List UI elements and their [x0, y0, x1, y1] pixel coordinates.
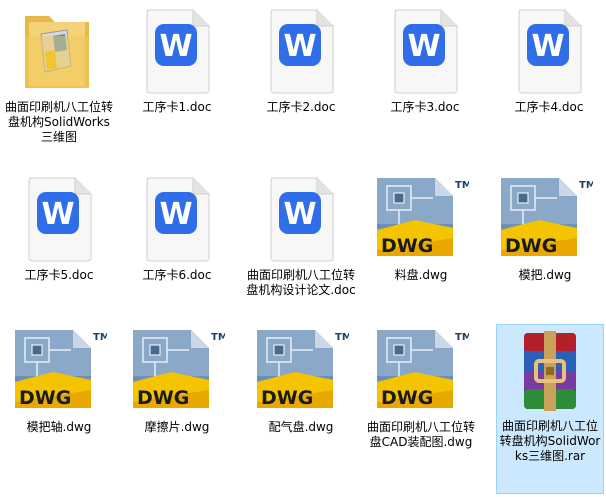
svg-text:DWG: DWG	[381, 235, 433, 257]
word-doc-icon: W	[261, 174, 341, 264]
dwg-file-icon: DWG TM	[373, 174, 469, 264]
file-name: 模把轴.dwg	[26, 420, 92, 434]
file-item-rar[interactable]: 曲面印刷机八工位转盘机构SolidWorks三维图.rar	[496, 324, 604, 494]
file-name: 曲面印刷机八工位转盘机构SolidWorks三维图	[4, 100, 113, 144]
word-doc-icon: W	[385, 6, 465, 96]
dwg-file-icon: DWG TM	[373, 326, 469, 416]
svg-text:W: W	[283, 29, 316, 64]
svg-text:DWG: DWG	[381, 387, 433, 409]
svg-text:W: W	[531, 29, 564, 64]
svg-text:TM: TM	[93, 332, 107, 343]
folder-icon	[19, 6, 99, 96]
word-doc-icon: W	[509, 6, 589, 96]
svg-text:DWG: DWG	[19, 387, 71, 409]
svg-text:DWG: DWG	[261, 387, 313, 409]
file-item-doc[interactable]: W 工序卡6.doc	[120, 174, 234, 283]
file-name: 工序卡6.doc	[142, 268, 212, 282]
file-item-doc[interactable]: W 工序卡3.doc	[368, 6, 482, 115]
svg-text:TM: TM	[455, 332, 469, 343]
svg-text:DWG: DWG	[505, 235, 557, 257]
svg-text:TM: TM	[579, 180, 593, 191]
file-item-dwg[interactable]: DWG TM 配气盘.dwg	[236, 326, 366, 435]
svg-text:TM: TM	[335, 332, 349, 343]
file-name: 模把.dwg	[518, 268, 572, 282]
svg-text:W: W	[283, 197, 316, 232]
file-name: 曲面印刷机八工位转盘机构设计论文.doc	[246, 268, 356, 297]
rar-archive-icon	[510, 325, 590, 415]
word-doc-icon: W	[137, 174, 217, 264]
svg-text:TM: TM	[211, 332, 225, 343]
word-doc-icon: W	[137, 6, 217, 96]
file-name: 工序卡5.doc	[24, 268, 94, 282]
svg-text:TM: TM	[455, 180, 469, 191]
file-item-doc[interactable]: W 工序卡1.doc	[120, 6, 234, 115]
file-item-doc[interactable]: W 工序卡2.doc	[244, 6, 358, 115]
file-item-dwg[interactable]: DWG TM 料盘.dwg	[356, 174, 486, 283]
file-item-doc[interactable]: W 曲面印刷机八工位转盘机构设计论文.doc	[244, 174, 358, 298]
file-name: 曲面印刷机八工位转盘CAD装配图.dwg	[366, 420, 475, 449]
file-item-dwg[interactable]: DWG TM 模把.dwg	[480, 174, 606, 283]
svg-text:W: W	[159, 29, 192, 64]
word-doc-icon: W	[19, 174, 99, 264]
svg-text:W: W	[407, 29, 440, 64]
dwg-file-icon: DWG TM	[253, 326, 349, 416]
svg-text:DWG: DWG	[137, 387, 189, 409]
file-name: 配气盘.dwg	[268, 420, 334, 434]
file-name: 料盘.dwg	[394, 268, 448, 282]
file-grid: 曲面印刷机八工位转盘机构SolidWorks三维图 W 工序卡1.doc W 工…	[0, 0, 606, 497]
file-name: 工序卡1.doc	[142, 100, 212, 114]
file-item-dwg[interactable]: DWG TM 摩擦片.dwg	[112, 326, 242, 435]
file-name: 工序卡4.doc	[514, 100, 584, 114]
dwg-file-icon: DWG TM	[129, 326, 225, 416]
file-item-doc[interactable]: W 工序卡5.doc	[2, 174, 116, 283]
word-doc-icon: W	[261, 6, 341, 96]
file-name: 工序卡3.doc	[390, 100, 460, 114]
file-item-folder[interactable]: 曲面印刷机八工位转盘机构SolidWorks三维图	[2, 6, 116, 145]
file-item-dwg[interactable]: DWG TM 曲面印刷机八工位转盘CAD装配图.dwg	[356, 326, 486, 450]
dwg-file-icon: DWG TM	[497, 174, 593, 264]
file-item-doc[interactable]: W 工序卡4.doc	[492, 6, 606, 115]
file-name: 曲面印刷机八工位转盘机构SolidWorks三维图.rar	[499, 419, 601, 463]
svg-text:W: W	[159, 197, 192, 232]
svg-text:W: W	[41, 197, 74, 232]
dwg-file-icon: DWG TM	[11, 326, 107, 416]
file-name: 工序卡2.doc	[266, 100, 336, 114]
file-name: 摩擦片.dwg	[144, 420, 210, 434]
file-item-dwg[interactable]: DWG TM 模把轴.dwg	[0, 326, 124, 435]
